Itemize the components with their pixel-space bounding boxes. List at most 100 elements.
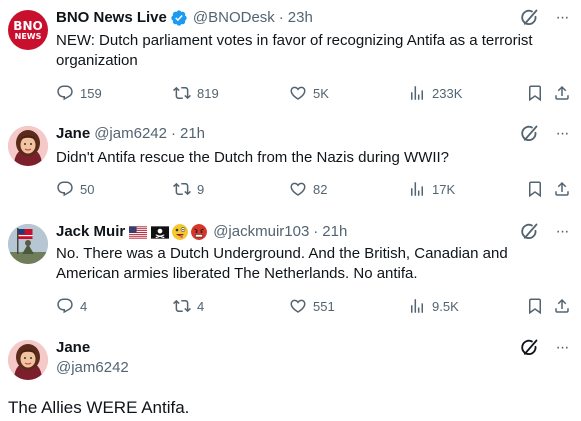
angry-face-icon	[191, 224, 208, 240]
more-icon[interactable]: ···	[553, 8, 571, 28]
tweet-top-icons: ···	[519, 8, 571, 28]
author-name[interactable]: Jack Muir	[56, 222, 125, 242]
tweet-jane-reply[interactable]: Jane @jam6242 · 21h ··· Didn't Antifa re…	[0, 124, 581, 202]
like-count: 5K	[313, 85, 329, 101]
jane-avatar-image	[8, 126, 48, 166]
view-count: 233K	[432, 85, 463, 101]
views-button[interactable]: 233K	[408, 83, 462, 103]
reply-icon	[56, 180, 74, 198]
heart-icon	[289, 84, 307, 102]
avatar-jane-focused[interactable]	[8, 340, 48, 380]
us-flag-icon	[129, 225, 148, 239]
bookmark-button[interactable]	[526, 179, 544, 199]
views-icon	[408, 180, 426, 198]
retweet-icon	[173, 84, 191, 102]
tweet-text: No. There was a Dutch Underground. And t…	[56, 245, 508, 282]
avatar-jane[interactable]	[8, 126, 48, 166]
retweet-icon	[173, 180, 191, 198]
more-icon[interactable]: ···	[553, 338, 571, 358]
share-icon	[553, 297, 571, 315]
bno-logo-top: BNO	[13, 18, 43, 33]
tweet-header: Jane @jam6242 · 21h	[56, 124, 205, 144]
tweet-top-icons: ···	[519, 124, 571, 144]
views-button[interactable]: 17K	[408, 179, 455, 199]
retweet-button[interactable]: 9	[173, 179, 204, 199]
bookmark-button[interactable]	[526, 296, 544, 316]
bookmark-icon	[526, 180, 544, 198]
reply-button[interactable]: 159	[56, 83, 102, 103]
grok-icon[interactable]	[519, 124, 539, 144]
bno-logo-bottom: NEWS	[14, 31, 42, 41]
retweet-count: 9	[197, 181, 205, 197]
share-icon	[553, 180, 571, 198]
views-icon	[408, 297, 426, 315]
action-bar: 159 819 5K 233K	[56, 83, 571, 103]
share-button[interactable]	[553, 296, 571, 316]
separator-dot: ·	[278, 9, 284, 26]
grok-icon[interactable]	[519, 222, 539, 242]
reply-button[interactable]: 4	[56, 296, 87, 316]
bookmark-icon	[526, 84, 544, 102]
share-icon	[553, 84, 571, 102]
views-button[interactable]: 9.5K	[408, 296, 459, 316]
retweet-count: 4	[197, 298, 205, 314]
bookmark-button[interactable]	[526, 83, 544, 103]
retweet-icon	[173, 297, 191, 315]
tweet-text: NEW: Dutch parliament votes in favor of …	[56, 32, 533, 69]
author-handle[interactable]: @jackmuir103	[213, 222, 309, 242]
avatar-jack[interactable]	[8, 224, 48, 264]
reply-button[interactable]: 50	[56, 179, 94, 199]
grok-icon[interactable]	[519, 8, 539, 28]
reply-count: 159	[80, 85, 102, 101]
timestamp[interactable]: 23h	[288, 8, 313, 28]
author-handle[interactable]: @jam6242	[94, 124, 167, 144]
timestamp[interactable]: 21h	[180, 124, 205, 144]
jack-avatar-image	[8, 224, 48, 264]
retweet-button[interactable]: 4	[173, 296, 204, 316]
more-icon[interactable]: ···	[553, 124, 571, 144]
grok-icon[interactable]	[519, 338, 539, 358]
like-button[interactable]: 82	[289, 179, 327, 199]
bookmark-icon	[526, 297, 544, 315]
more-icon[interactable]: ···	[553, 222, 571, 242]
author-handle[interactable]: @BNODesk	[193, 8, 275, 28]
tweet-bno[interactable]: BNO NEWS BNO News Live @BNODesk · 23h ··…	[0, 8, 581, 114]
like-count: 82	[313, 181, 328, 197]
author-name[interactable]: Jane	[56, 338, 129, 358]
verified-badge-icon	[171, 10, 187, 26]
share-button[interactable]	[553, 83, 571, 103]
tweet-header: BNO News Live @BNODesk · 23h	[56, 8, 313, 28]
view-count: 17K	[432, 181, 456, 197]
tweet-top-icons: ···	[519, 222, 571, 242]
like-count: 551	[313, 298, 335, 314]
views-icon	[408, 84, 426, 102]
jane-avatar-image	[8, 340, 48, 380]
author-handle[interactable]: @jam6242	[56, 358, 129, 378]
heart-icon	[289, 297, 307, 315]
reply-icon	[56, 297, 74, 315]
reply-count: 50	[80, 181, 95, 197]
tweet-header: Jack Muir @jackmuir103 · 21h	[56, 222, 347, 242]
reply-count: 4	[80, 298, 88, 314]
timestamp[interactable]: 21h	[322, 222, 347, 242]
retweet-count: 819	[197, 85, 219, 101]
separator-dot: ·	[170, 125, 176, 142]
author-name[interactable]: BNO News Live	[56, 8, 167, 28]
action-bar: 4 4 551 9.5K	[56, 296, 571, 316]
focused-author-block: Jane @jam6242	[56, 338, 129, 378]
tweet-jack-reply[interactable]: Jack Muir @jackmuir103 · 21h ··· No. The…	[0, 222, 581, 322]
view-count: 9.5K	[432, 298, 459, 314]
share-button[interactable]	[553, 179, 571, 199]
focused-tweet-text: The Allies WERE Antifa.	[8, 398, 190, 417]
pirate-flag-icon	[151, 225, 170, 239]
heart-icon	[289, 180, 307, 198]
like-button[interactable]: 5K	[289, 83, 329, 103]
retweet-button[interactable]: 819	[173, 83, 219, 103]
author-name[interactable]: Jane	[56, 124, 90, 144]
like-button[interactable]: 551	[289, 296, 335, 316]
reply-icon	[56, 84, 74, 102]
tweet-text: Didn't Antifa rescue the Dutch from the …	[56, 149, 450, 166]
avatar-bno[interactable]: BNO NEWS	[8, 10, 48, 50]
tweet-top-icons: ···	[519, 338, 571, 358]
action-bar: 50 9 82 17K	[56, 179, 571, 199]
